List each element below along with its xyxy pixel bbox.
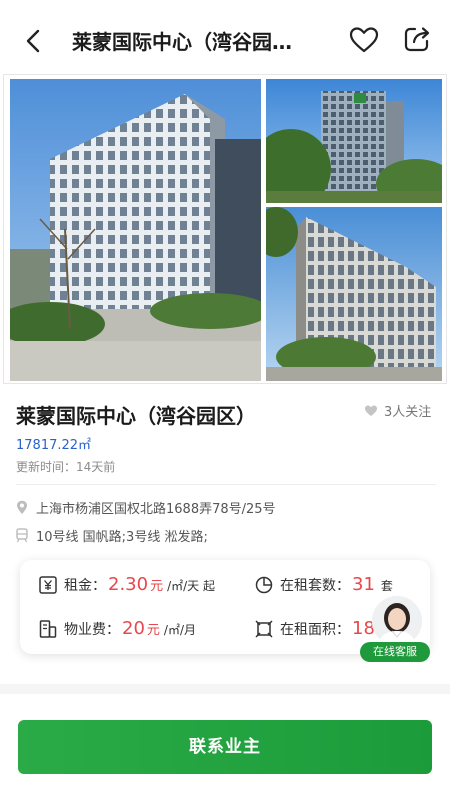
heart-small-icon (365, 405, 377, 416)
update-time: 更新时间：14天前 (16, 460, 116, 474)
divider (16, 484, 436, 485)
property-fee-icon (39, 619, 57, 638)
fee-unit: /㎡/月 (163, 623, 197, 637)
metro-train-icon (16, 528, 28, 543)
pie-chart-icon (255, 576, 273, 593)
agent-avatar (372, 596, 422, 646)
page-title: 莱蒙国际中心（湾谷园… (72, 30, 292, 54)
units-value: 31 (352, 574, 375, 595)
fee-label: 物业费： (64, 622, 120, 638)
online-service-label: 在线客服 (360, 642, 430, 662)
property-name: 莱蒙国际中心（湾谷园区） (16, 404, 256, 428)
metro-text: 10号线 国帆路;3号线 淞发路; (36, 530, 208, 545)
address-row[interactable]: 上海市杨浦区国权北路1688弄78号/25号 (16, 498, 276, 517)
rent-label: 租金： (64, 578, 106, 594)
top-nav-bar: 莱蒙国际中心（湾谷园… (0, 0, 450, 76)
online-service-button[interactable]: 在线客服 (360, 596, 432, 664)
rent-price-icon (39, 575, 57, 594)
address-text: 上海市杨浦区国权北路1688弄78号/25号 (36, 502, 276, 517)
rent-area-label: 在租面积： (280, 622, 350, 638)
property-fee-stat: 物业费： 20 元 /㎡/月 (38, 618, 196, 639)
main-building-photo[interactable] (10, 79, 261, 381)
back-chevron-icon[interactable] (18, 24, 52, 58)
area-frame-icon (255, 619, 273, 638)
building-photo-3[interactable] (266, 207, 442, 381)
total-area: 17817.22㎡ (16, 438, 92, 453)
location-pin-icon (17, 500, 27, 514)
contact-owner-button[interactable]: 联系业主 (18, 720, 432, 774)
share-icon[interactable] (402, 24, 432, 54)
section-separator (0, 684, 450, 694)
follow-count[interactable]: 3人关注 (364, 401, 431, 420)
follow-count-label: 3人关注 (384, 405, 432, 420)
units-stat: 在租套数： 31 套 (254, 574, 393, 595)
photo-gallery[interactable]: 相册 房型 (3, 74, 447, 384)
rent-unit: /㎡/天 起 (167, 579, 215, 593)
metro-row: 10号线 国帆路;3号线 淞发路; (16, 526, 208, 545)
rent-unit-yuan: 元 (150, 579, 164, 594)
units-label: 在租套数： (280, 578, 350, 594)
units-unit: 套 (380, 579, 393, 593)
fee-value: 20 (122, 618, 145, 639)
rent-value: 2.30 (108, 574, 149, 595)
fee-unit-yuan: 元 (146, 623, 160, 638)
favorite-heart-icon[interactable] (348, 24, 380, 56)
building-photo-2[interactable] (266, 79, 442, 203)
rent-stat: 租金： 2.30 元 /㎡/天 起 (38, 574, 215, 595)
